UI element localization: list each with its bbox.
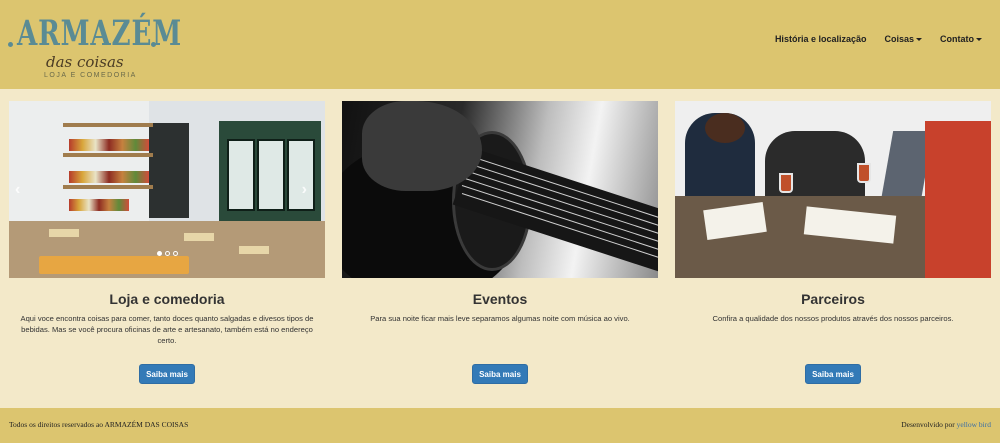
shelf-goods xyxy=(69,139,149,151)
section-text: Aqui voce encontra coisas para comer, ta… xyxy=(20,314,314,345)
fridge xyxy=(219,121,321,221)
shelf xyxy=(63,123,153,127)
fridge-door xyxy=(227,139,255,211)
nav-item-label: História e localização xyxy=(774,34,867,44)
section-parceiros: Parceiros Confira a qualidade dos nossos… xyxy=(675,101,991,391)
section-loja: ‹ › Loja e comedoria Aqui voce encontra … xyxy=(9,101,325,391)
logo-title: ARMAZÉM xyxy=(17,13,182,54)
nav-item-label: Contato xyxy=(940,34,974,44)
person xyxy=(925,121,991,278)
section-title: Loja e comedoria xyxy=(109,291,225,307)
carousel-prev-icon[interactable]: ‹ xyxy=(15,181,20,199)
caret-down-icon xyxy=(916,38,922,42)
saiba-mais-button[interactable]: Saiba mais xyxy=(805,364,861,384)
shelf-goods xyxy=(69,199,129,211)
door xyxy=(149,123,189,218)
logo-dot-left xyxy=(8,42,13,47)
cup xyxy=(857,163,871,183)
carousel-dot[interactable] xyxy=(165,251,170,256)
nav-item-coisas[interactable]: Coisas xyxy=(884,34,922,44)
carousel-indicators xyxy=(157,251,178,256)
shop-carousel-image: ‹ › xyxy=(9,101,325,278)
logo-dot-right xyxy=(151,42,156,47)
table xyxy=(39,256,189,274)
header-navbar: ARMAZÉM das coisas LOJA E COMEDORIA Hist… xyxy=(0,0,1000,89)
caret-down-icon xyxy=(976,38,982,42)
section-title: Eventos xyxy=(472,291,528,307)
shelf xyxy=(63,153,153,157)
carousel-next-icon[interactable]: › xyxy=(302,181,307,199)
saiba-mais-button[interactable]: Saiba mais xyxy=(472,364,528,384)
saiba-mais-button[interactable]: Saiba mais xyxy=(139,364,195,384)
footer: Todos os direitos reservados ao ARMAZÉM … xyxy=(0,408,1000,443)
section-eventos: Eventos Para sua noite ficar mais leve s… xyxy=(342,101,658,391)
person-head xyxy=(705,113,745,143)
footer-credit-prefix: Desenvolvido por xyxy=(901,420,955,429)
shelf xyxy=(63,185,153,189)
main-nav: História e localização Coisas Contato xyxy=(775,34,982,44)
site-logo[interactable]: ARMAZÉM das coisas LOJA E COMEDORIA xyxy=(8,12,181,84)
stool xyxy=(239,246,269,254)
nav-item-historia[interactable]: História e localização xyxy=(775,34,867,44)
nav-item-label: Coisas xyxy=(884,34,914,44)
section-text: Confira a qualidade dos nossos produtos … xyxy=(712,314,954,323)
section-text: Para sua noite ficar mais leve separamos… xyxy=(370,314,630,323)
shelf-goods xyxy=(69,171,149,183)
cup xyxy=(779,173,793,193)
partners-image xyxy=(675,101,991,278)
developer-link[interactable]: yellow bird xyxy=(957,420,991,429)
hand xyxy=(362,101,482,191)
logo-tagline: LOJA E COMEDORIA xyxy=(44,72,137,79)
stool xyxy=(49,229,79,237)
fridge-door xyxy=(287,139,315,211)
guitar-image xyxy=(342,101,658,278)
footer-copyright: Todos os direitos reservados ao ARMAZÉM … xyxy=(9,420,189,429)
footer-credit: Desenvolvido por yellow bird xyxy=(901,420,991,429)
fridge-door xyxy=(257,139,285,211)
nav-item-contato[interactable]: Contato xyxy=(940,34,982,44)
section-title: Parceiros xyxy=(801,291,865,307)
logo-script: das coisas xyxy=(46,53,124,71)
stool xyxy=(184,233,214,241)
carousel-dot[interactable] xyxy=(173,251,178,256)
carousel-dot[interactable] xyxy=(157,251,162,256)
